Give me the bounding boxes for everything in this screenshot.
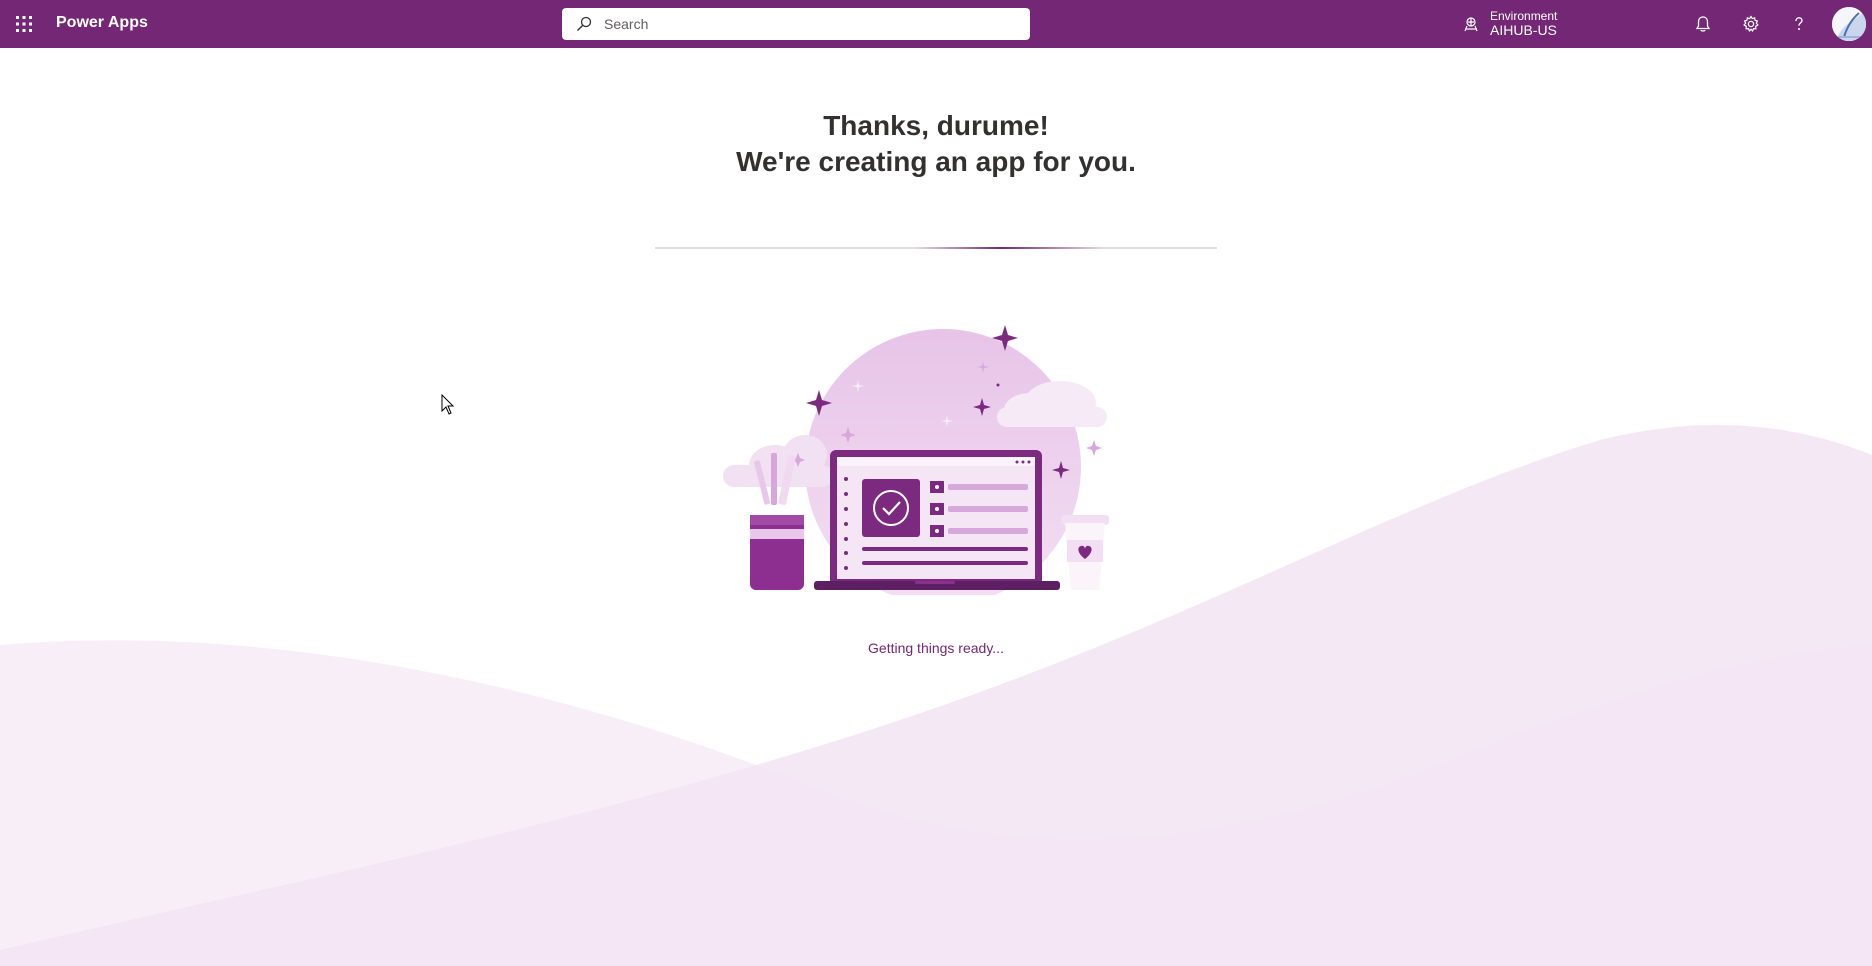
heading-line-1: Thanks, durume! (823, 110, 1049, 141)
help-button[interactable] (1787, 12, 1811, 36)
bell-icon (1695, 16, 1711, 32)
app-creation-illustration (723, 325, 1109, 595)
search-icon (577, 16, 592, 31)
mouse-cursor (441, 394, 455, 415)
page-heading: Thanks, durume! We're creating an app fo… (0, 108, 1872, 180)
progress-indicator (915, 247, 1105, 249)
gear-icon (1743, 15, 1759, 33)
waffle-icon (16, 16, 32, 32)
app-title[interactable]: Power Apps (56, 14, 148, 32)
top-bar: Power Apps Environment AIHUB-US (0, 0, 1872, 48)
cloud-left (723, 435, 833, 487)
environment-label: Environment (1490, 8, 1558, 23)
status-text: Getting things ready... (868, 640, 1004, 656)
help-icon (1795, 17, 1803, 30)
avatar[interactable] (1832, 7, 1866, 41)
environment-picker[interactable]: Environment AIHUB-US (1462, 5, 1557, 43)
environment-icon (1464, 17, 1478, 32)
heading-line-2: We're creating an app for you. (736, 146, 1136, 177)
search-input[interactable] (602, 15, 1006, 33)
search-box[interactable] (562, 8, 1030, 40)
notifications-button[interactable] (1691, 12, 1715, 36)
avatar-image (1832, 7, 1866, 41)
waffle-menu-button[interactable] (12, 12, 36, 36)
coffee-cup (1061, 515, 1109, 590)
settings-button[interactable] (1739, 12, 1763, 36)
environment-name: AIHUB-US (1490, 21, 1557, 38)
progress-track (655, 247, 1217, 249)
laptop (814, 450, 1060, 590)
